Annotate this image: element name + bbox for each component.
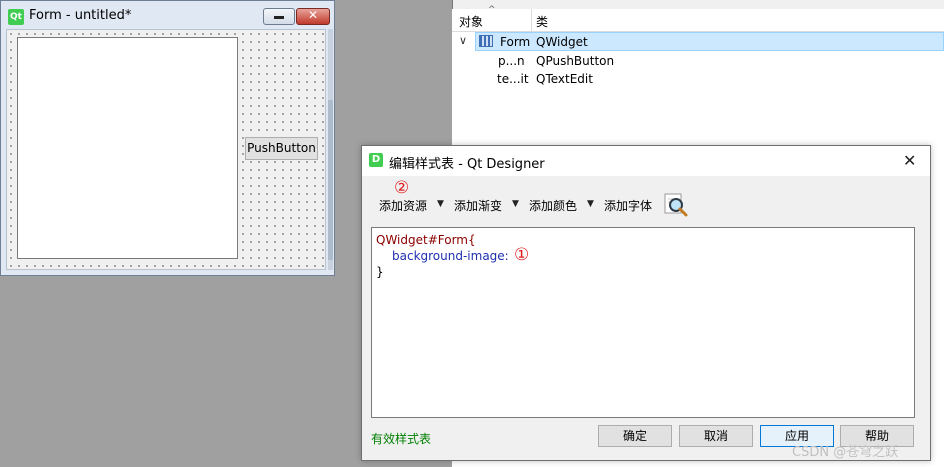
tree-row-class: QTextEdit: [536, 72, 593, 86]
tree-row-object[interactable]: te...it: [497, 72, 529, 86]
header-object[interactable]: 对象: [459, 13, 483, 30]
dialog-title: 编辑样式表 - Qt Designer: [389, 157, 545, 172]
code-selector: QWidget#Form{: [376, 233, 476, 247]
add-resource-dropdown-icon[interactable]: ▼: [437, 199, 444, 209]
code-property: background-image:: [392, 249, 509, 263]
code-closing-brace: }: [376, 265, 384, 279]
annotation-two: ②: [394, 178, 410, 198]
header-separator: [531, 9, 532, 31]
header-class[interactable]: 类: [536, 13, 548, 30]
form-window-title: Form - untitled*: [29, 8, 132, 23]
minimize-icon: [274, 16, 284, 19]
text-edit-widget[interactable]: [17, 37, 238, 259]
add-font-button[interactable]: 添加字体: [604, 197, 652, 214]
add-resource-button[interactable]: 添加资源: [379, 197, 427, 214]
cancel-button[interactable]: 取消: [679, 425, 753, 447]
add-color-button[interactable]: 添加颜色: [529, 197, 577, 214]
designer-logo-icon: D: [369, 153, 383, 167]
form-scrollbar-thumb[interactable]: [328, 100, 333, 260]
expand-arrow-icon[interactable]: ∨: [459, 34, 467, 47]
annotation-one: ①: [514, 245, 530, 265]
add-gradient-dropdown-icon[interactable]: ▼: [512, 199, 519, 209]
add-color-dropdown-icon[interactable]: ▼: [587, 199, 594, 209]
widget-icon: [479, 35, 493, 47]
dialog-close-button[interactable]: ✕: [903, 151, 916, 170]
tree-row-class: QPushButton: [536, 54, 615, 68]
minimize-button[interactable]: [263, 8, 295, 25]
tree-row-object: Form: [500, 35, 531, 49]
ok-button[interactable]: 确定: [598, 425, 672, 447]
magnifier-icon[interactable]: [664, 193, 688, 217]
inspector-header: [452, 9, 944, 32]
add-gradient-button[interactable]: 添加渐变: [454, 197, 502, 214]
tree-row-class: QWidget: [536, 35, 588, 49]
valid-status-label: 有效样式表: [371, 432, 432, 446]
tree-row-object[interactable]: p...n: [498, 54, 525, 68]
push-button-widget[interactable]: PushButton: [245, 137, 318, 160]
stylesheet-editor[interactable]: QWidget#Form{ background-image: }: [371, 227, 915, 418]
form-close-button[interactable]: ✕: [296, 8, 330, 25]
sort-arrow-icon: ^: [488, 5, 496, 15]
qt-logo-icon: Qt: [8, 9, 24, 25]
watermark: CSDN @苍穹之跃: [792, 445, 899, 460]
